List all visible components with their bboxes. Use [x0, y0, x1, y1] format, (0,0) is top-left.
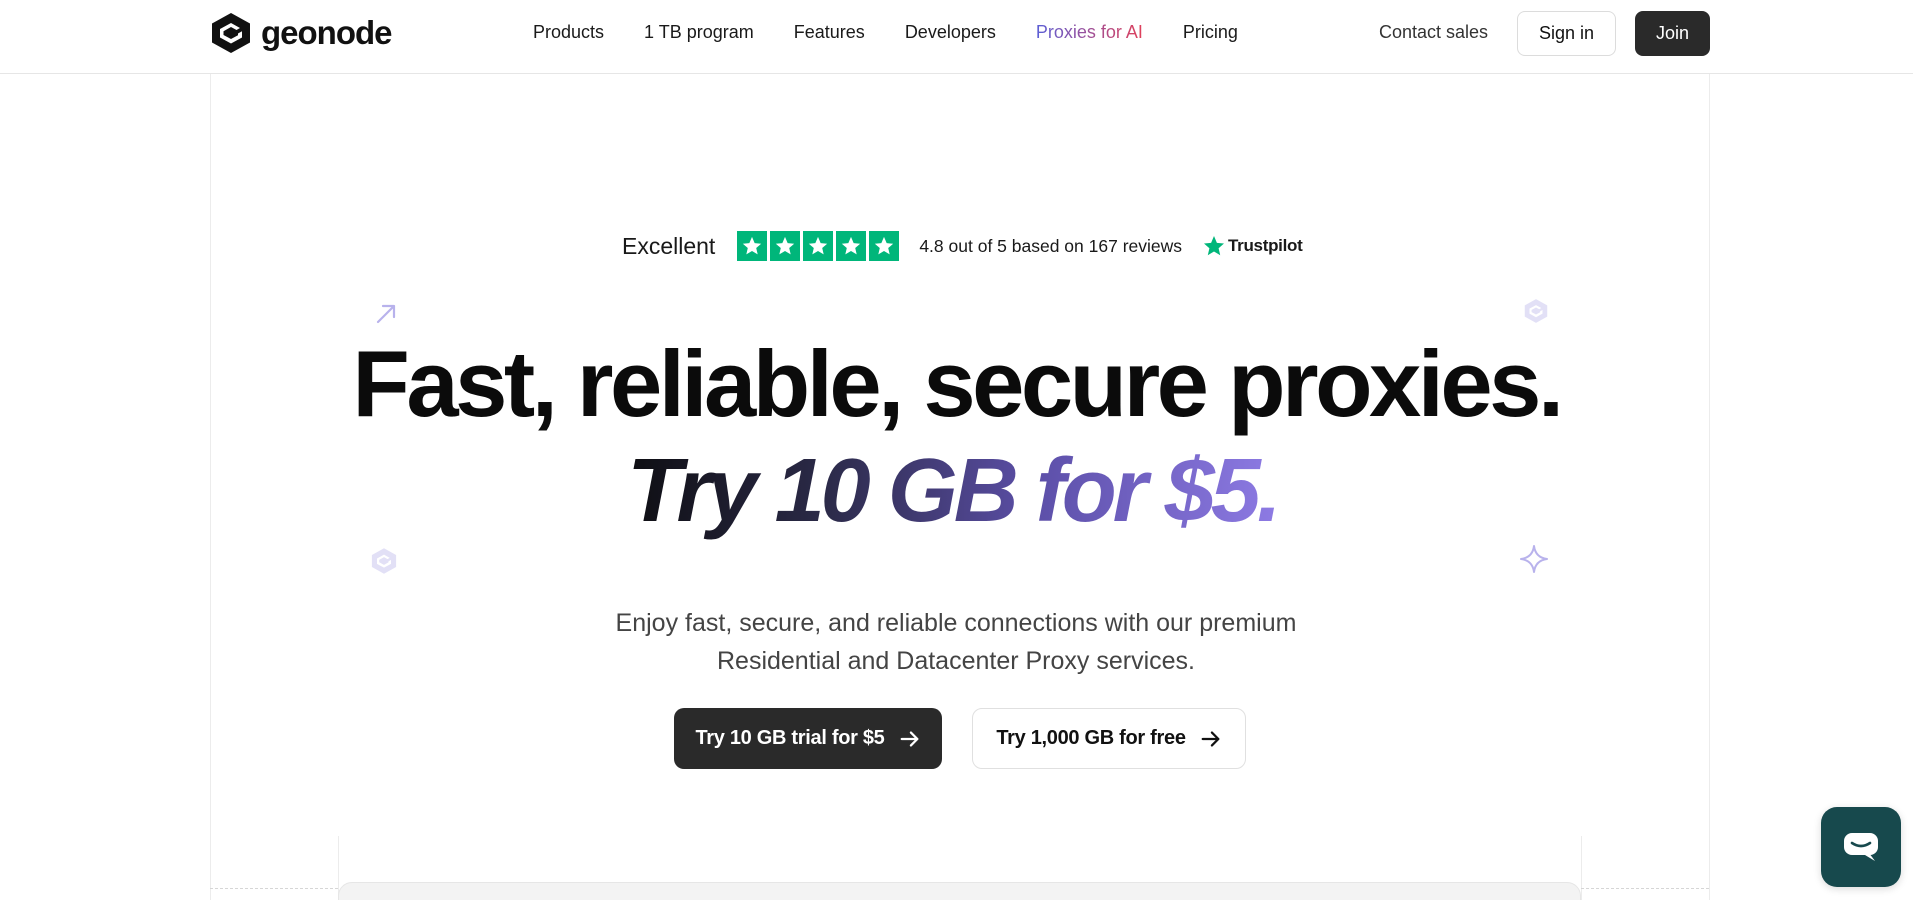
star-icon	[836, 231, 867, 261]
hero-subtitle-text: Try 10 GB for $5.	[627, 441, 1286, 541]
try-trial-label: Try 10 GB trial for $5	[695, 727, 885, 749]
nav-features[interactable]: Features	[794, 22, 865, 43]
dashed-divider-right	[1581, 888, 1709, 889]
logo-link[interactable]: geonode	[209, 12, 392, 54]
trustpilot-stars	[737, 231, 900, 261]
try-free-button[interactable]: Try 1,000 GB for free	[972, 708, 1246, 769]
sign-in-button[interactable]: Sign in	[1517, 11, 1616, 56]
arrow-right-icon	[1201, 730, 1220, 747]
try-trial-button[interactable]: Try 10 GB trial for $5	[674, 708, 942, 769]
trustpilot-brand: Trustpilot	[1202, 234, 1303, 258]
hero-description: Enjoy fast, secure, and reliable connect…	[615, 609, 1297, 675]
arrow-up-right-icon	[376, 304, 396, 324]
star-icon	[869, 231, 900, 261]
dashed-divider-left	[210, 888, 338, 889]
arrow-right-icon	[900, 730, 918, 747]
main-nav: Products 1 TB program Features Developer…	[533, 22, 1278, 43]
star-icon	[770, 231, 801, 261]
geonode-mark-icon	[1524, 299, 1548, 323]
nav-products[interactable]: Products	[533, 22, 604, 43]
star-icon	[737, 231, 768, 261]
site-header: geonode Products 1 TB program Features D…	[0, 0, 1913, 74]
trustpilot-brand-text: Trustpilot	[1228, 236, 1303, 255]
nav-proxies-for-ai[interactable]: Proxies for AI	[1036, 22, 1143, 43]
geonode-mark-icon	[371, 548, 397, 574]
hero-title: Fast, reliable, secure proxies.	[352, 331, 1564, 436]
nav-developers[interactable]: Developers	[905, 22, 996, 43]
logo-text: geonode	[261, 14, 392, 51]
trustpilot-widget[interactable]: Excellent 4.8 out of 5 based on 167 revi…	[622, 231, 1303, 261]
sparkle-icon	[1520, 545, 1548, 573]
preview-panel	[338, 882, 1581, 900]
nav-pricing[interactable]: Pricing	[1183, 22, 1238, 43]
trustpilot-star-icon	[1204, 236, 1225, 256]
join-button[interactable]: Join	[1635, 11, 1710, 56]
nav-1tb-program[interactable]: 1 TB program	[644, 22, 754, 43]
frame-line-inner-right	[1581, 836, 1582, 900]
contact-sales-link[interactable]: Contact sales	[1379, 22, 1488, 43]
hero-subtitle: Try 10 GB for $5.	[0, 440, 1913, 543]
try-free-label: Try 1,000 GB for free	[996, 727, 1186, 749]
trustpilot-rating-word: Excellent	[622, 232, 716, 259]
trustpilot-summary: 4.8 out of 5 based on 167 reviews	[919, 235, 1183, 256]
star-icon	[803, 231, 834, 261]
geonode-logo-icon	[212, 13, 250, 53]
chat-icon	[1844, 833, 1878, 861]
chat-launcher-button[interactable]	[1821, 807, 1901, 887]
